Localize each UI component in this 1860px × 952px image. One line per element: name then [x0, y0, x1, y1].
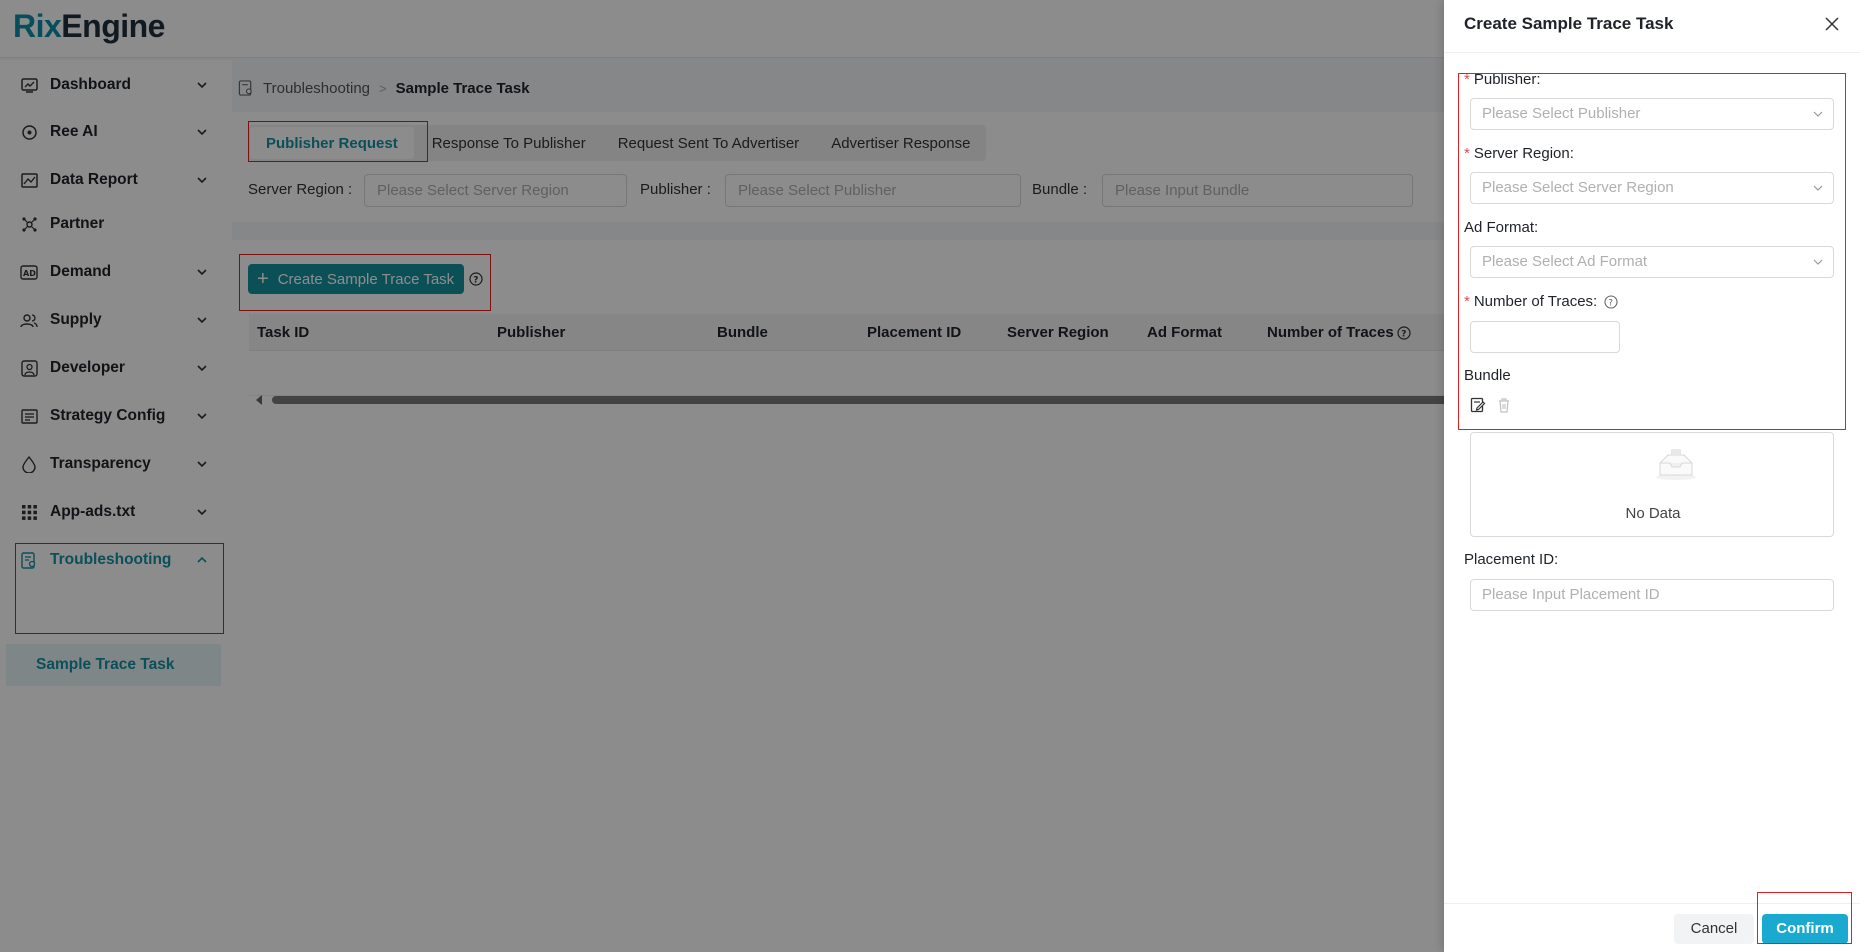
empty-box-icon [1656, 449, 1696, 480]
modal-overlay[interactable] [0, 0, 1444, 952]
placement-id-input[interactable]: Please Input Placement ID [1470, 579, 1834, 611]
placement-id-field-label: Placement ID: [1464, 551, 1559, 568]
bundle-list-empty: No Data [1470, 432, 1834, 537]
app-root: RixEngine Dashboard Ree AI Data Report P… [0, 0, 1860, 952]
drawer-header-divider [1444, 52, 1860, 53]
close-icon[interactable] [1824, 16, 1840, 32]
cancel-button[interactable]: Cancel [1674, 914, 1754, 944]
no-data-text: No Data [1625, 505, 1681, 522]
drawer-title: Create Sample Trace Task [1464, 14, 1674, 33]
annotation-box-form [1458, 73, 1846, 430]
annotation-box-confirm [1757, 892, 1852, 944]
create-task-drawer: Create Sample Trace Task * Publisher: Ple… [1444, 0, 1860, 952]
